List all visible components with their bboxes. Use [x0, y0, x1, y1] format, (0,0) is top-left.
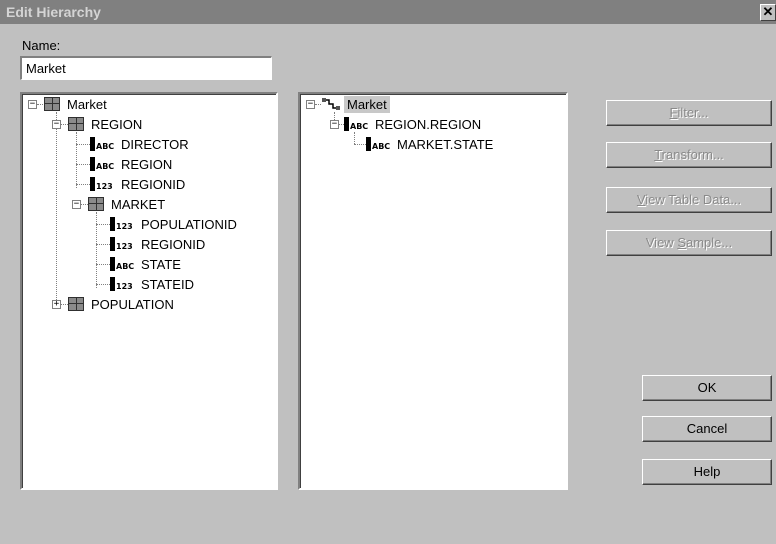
abc-field-icon: ABC	[90, 157, 116, 171]
cancel-button[interactable]: Cancel	[642, 416, 772, 442]
cube-icon	[68, 117, 84, 131]
abc-field-icon: ABC	[344, 117, 370, 131]
hierarchy-node-region-region[interactable]: ABC REGION.REGION	[344, 114, 484, 134]
number-field-icon: 123	[110, 237, 136, 251]
close-button[interactable]: ✕	[760, 4, 776, 21]
abc-field-icon: ABC	[90, 137, 116, 151]
collapse-icon[interactable]: −	[52, 120, 61, 129]
hierarchy-node-market[interactable]: Market	[322, 94, 390, 114]
number-field-icon: 123	[110, 277, 136, 291]
help-button[interactable]: Help	[642, 459, 772, 485]
tree-node-regionid[interactable]: 123 REGIONID	[90, 174, 188, 194]
tree-node-market-level[interactable]: MARKET	[88, 194, 168, 214]
tree-node-stateid[interactable]: 123 STATEID	[110, 274, 197, 294]
abc-field-icon: ABC	[110, 257, 136, 271]
close-icon: ✕	[762, 4, 774, 19]
view-table-data-button[interactable]: View Table Data...	[606, 187, 772, 213]
name-input[interactable]	[20, 56, 272, 80]
number-field-icon: 123	[110, 217, 136, 231]
tree-node-populationid[interactable]: 123 POPULATIONID	[110, 214, 240, 234]
ok-button[interactable]: OK	[642, 375, 772, 401]
number-field-icon: 123	[90, 177, 116, 191]
collapse-icon[interactable]: −	[330, 120, 339, 129]
source-tree[interactable]: − − − + Market REGION ABC DIRECTOR ABC R…	[20, 92, 278, 490]
cube-icon	[44, 97, 60, 111]
hierarchy-icon	[322, 97, 340, 111]
expand-icon[interactable]: +	[52, 300, 61, 309]
tree-node-region-field[interactable]: ABC REGION	[90, 154, 175, 174]
title-bar: Edit Hierarchy ✕	[0, 0, 776, 24]
cube-icon	[88, 197, 104, 211]
hierarchy-node-market-state[interactable]: ABC MARKET.STATE	[366, 134, 496, 154]
tree-node-region[interactable]: REGION	[68, 114, 145, 134]
collapse-icon[interactable]: −	[28, 100, 37, 109]
transform-button[interactable]: Transform...	[606, 142, 772, 168]
tree-node-state[interactable]: ABC STATE	[110, 254, 184, 274]
tree-node-director[interactable]: ABC DIRECTOR	[90, 134, 192, 154]
filter-button[interactable]: Filter...	[606, 100, 772, 126]
collapse-icon[interactable]: −	[72, 200, 81, 209]
cube-icon	[68, 297, 84, 311]
tree-node-regionid-2[interactable]: 123 REGIONID	[110, 234, 208, 254]
window-title: Edit Hierarchy	[6, 4, 101, 20]
abc-field-icon: ABC	[366, 137, 392, 151]
view-sample-button[interactable]: View Sample...	[606, 230, 772, 256]
hierarchy-tree[interactable]: − − Market ABC REGION.REGION ABC MARKET.…	[298, 92, 568, 490]
tree-node-population[interactable]: POPULATION	[68, 294, 177, 314]
tree-node-market[interactable]: Market	[44, 94, 110, 114]
collapse-icon[interactable]: −	[306, 100, 315, 109]
name-label: Name:	[22, 38, 61, 53]
